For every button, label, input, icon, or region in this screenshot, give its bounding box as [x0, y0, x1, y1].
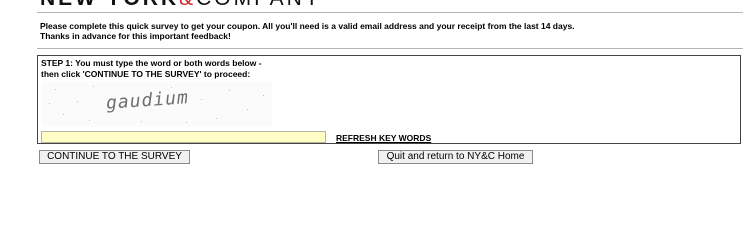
- captcha-word: gaudium: [105, 87, 190, 114]
- intro-line-1: Please complete this quick survey to get…: [40, 21, 575, 31]
- intro-divider: [37, 48, 743, 49]
- captcha-step-panel: STEP 1: You must type the word or both w…: [37, 55, 741, 144]
- brand-logo: NEW YORK&COMPANY: [40, 0, 322, 11]
- captcha-answer-input[interactable]: [41, 131, 326, 143]
- logo-ampersand: &: [179, 0, 196, 10]
- refresh-key-words-link[interactable]: REFRESH KEY WORDS: [336, 133, 431, 143]
- logo-text-newyork: NEW YORK: [40, 0, 179, 10]
- step-instructions: STEP 1: You must type the word or both w…: [41, 58, 262, 79]
- step-instruction-line-2: then click 'CONTINUE TO THE SURVEY' to p…: [41, 68, 251, 79]
- captcha-image: gaudium: [41, 81, 272, 127]
- quit-return-home-button[interactable]: Quit and return to NY&C Home: [378, 150, 533, 164]
- intro-line-2: Thanks in advance for this important fee…: [40, 31, 231, 41]
- intro-text: Please complete this quick survey to get…: [40, 21, 730, 41]
- logo-text-company: COMPANY: [196, 0, 322, 10]
- header-divider: [37, 12, 743, 13]
- step-instruction-line-1: STEP 1: You must type the word or both w…: [41, 58, 262, 68]
- continue-to-survey-button[interactable]: CONTINUE TO THE SURVEY: [39, 150, 190, 164]
